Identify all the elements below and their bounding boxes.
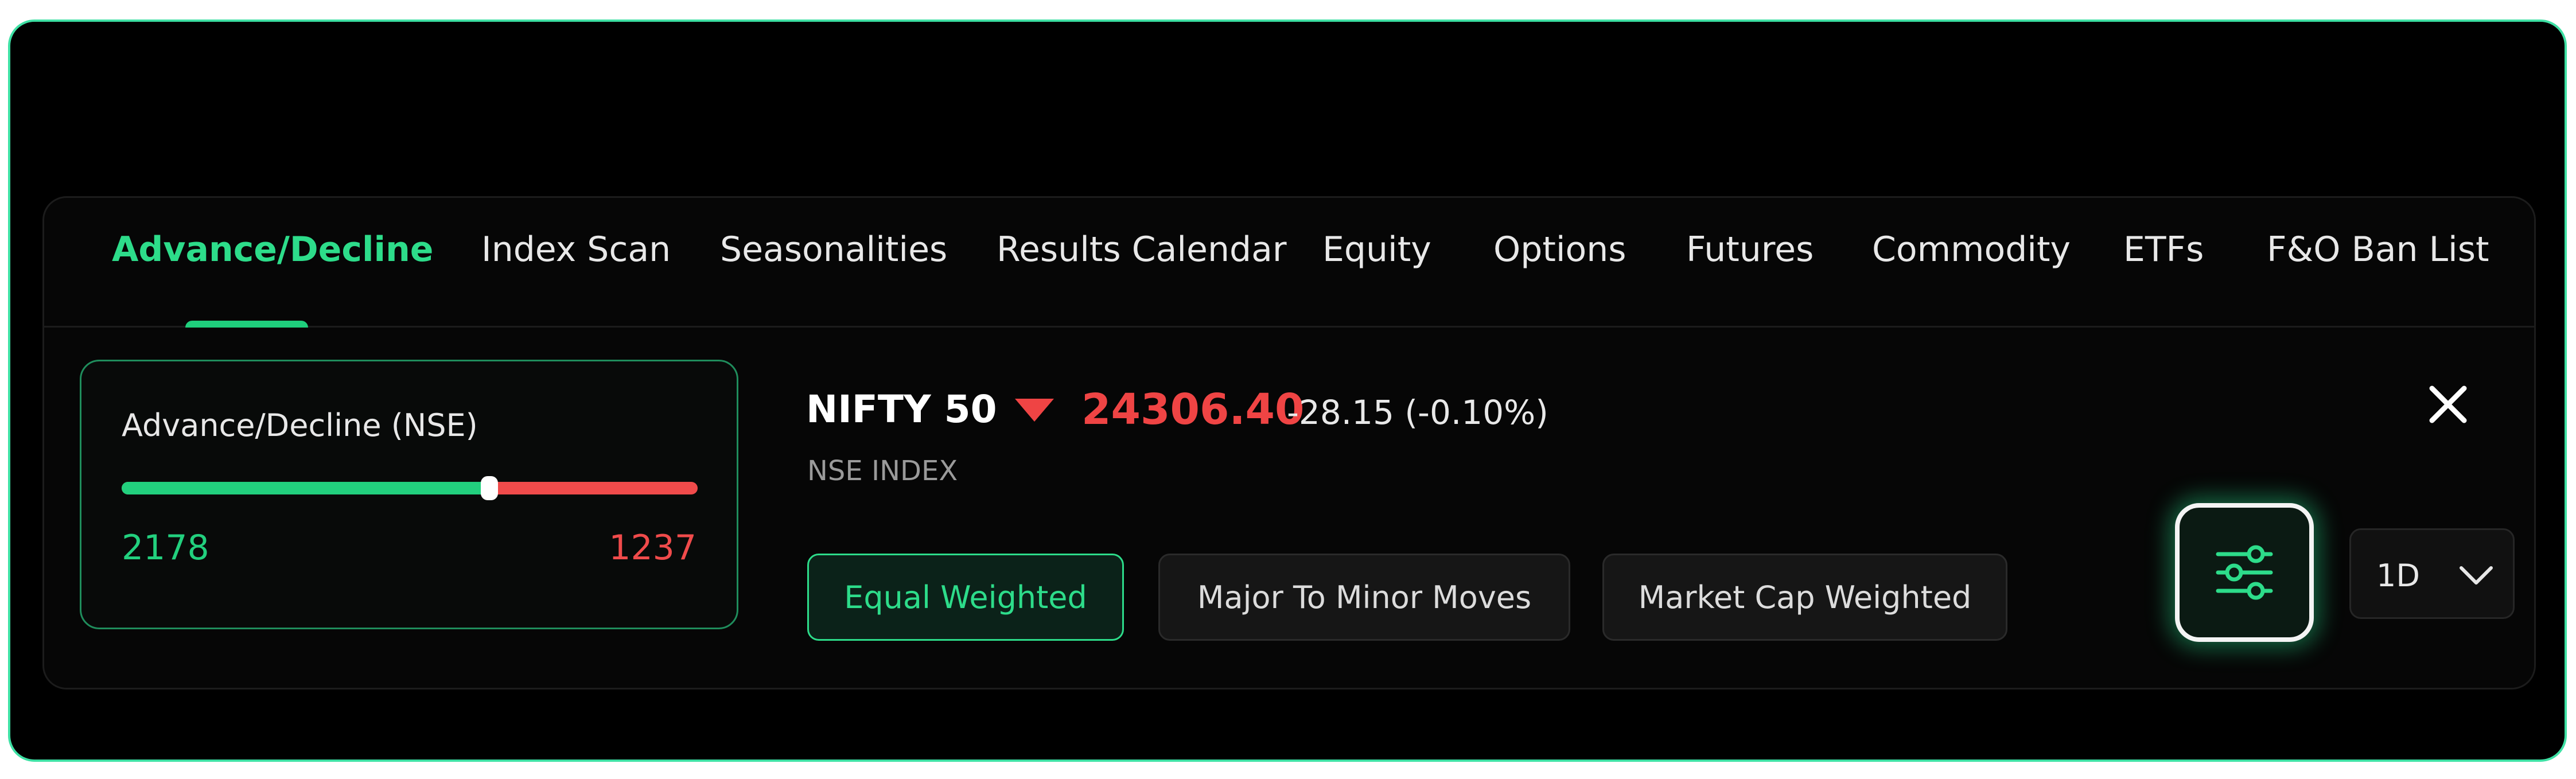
app-frame: Advance/Decline Index Scan Seasonalities…: [8, 20, 2567, 762]
index-name: NIFTY 50: [806, 387, 997, 431]
market-panel: Advance/Decline Index Scan Seasonalities…: [42, 196, 2536, 690]
advances-count: 2178: [122, 528, 209, 568]
filter-settings-button[interactable]: [2175, 503, 2314, 642]
tab-results-calendar[interactable]: Results Calendar: [997, 232, 1287, 267]
tab-equity[interactable]: Equity: [1322, 232, 1431, 267]
tab-commodity[interactable]: Commodity: [1872, 232, 2071, 267]
tab-options[interactable]: Options: [1493, 232, 1626, 267]
market-cap-weighted-button[interactable]: Market Cap Weighted: [1602, 554, 2007, 641]
advance-decline-title: Advance/Decline (NSE): [122, 407, 478, 443]
tab-index-scan[interactable]: Index Scan: [481, 232, 671, 267]
index-exchange-label: NSE INDEX: [807, 455, 958, 487]
tab-seasonalities[interactable]: Seasonalities: [720, 232, 947, 267]
index-change: -28.15 (-0.10%): [1287, 393, 1548, 432]
timeframe-select[interactable]: 1D: [2349, 528, 2515, 619]
tab-bar: Advance/Decline Index Scan Seasonalities…: [44, 198, 2534, 328]
close-icon: [2429, 385, 2467, 423]
tab-etfs[interactable]: ETFs: [2123, 232, 2204, 267]
sliders-icon: [2216, 545, 2273, 600]
close-button[interactable]: [2425, 381, 2471, 427]
advance-bar-fill: [122, 482, 489, 494]
chevron-down-icon: [2460, 566, 2493, 585]
tab-advance-decline[interactable]: Advance/Decline: [112, 232, 433, 267]
tab-fo-ban-list[interactable]: F&O Ban List: [2267, 232, 2489, 267]
major-to-minor-moves-button[interactable]: Major To Minor Moves: [1158, 554, 1570, 641]
advance-decline-bar: [122, 476, 698, 500]
advance-decline-card: Advance/Decline (NSE) 2178 1237: [80, 360, 738, 629]
tab-futures[interactable]: Futures: [1686, 232, 1814, 267]
triangle-down-icon: [1015, 399, 1054, 422]
index-price: 24306.40: [1081, 385, 1305, 434]
timeframe-value: 1D: [2376, 558, 2420, 594]
active-tab-indicator: [185, 321, 308, 328]
equal-weighted-button[interactable]: Equal Weighted: [807, 554, 1124, 641]
advance-decline-knob: [480, 476, 498, 500]
declines-count: 1237: [609, 528, 696, 568]
